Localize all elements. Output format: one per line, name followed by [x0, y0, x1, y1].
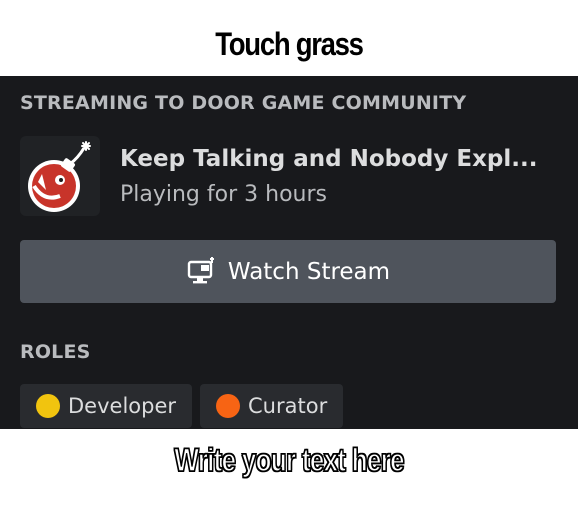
role-name: Developer: [68, 394, 177, 418]
role-color-dot: [36, 394, 60, 418]
profile-activity-panel: STREAMING TO DOOR GAME COMMUNITY Keep Ta…: [0, 76, 578, 429]
roles-heading: ROLES: [20, 341, 91, 363]
watch-stream-label: Watch Stream: [227, 258, 391, 285]
bottom-caption: Write your text here: [174, 441, 406, 479]
watch-stream-button[interactable]: Watch Stream: [20, 240, 556, 303]
game-title: Keep Talking and Nobody Expl...: [120, 146, 538, 172]
bomb-icon: [28, 141, 91, 212]
game-playtime: Playing for 3 hours: [120, 182, 327, 207]
screen-share-icon: [187, 256, 214, 283]
activity-heading: STREAMING TO DOOR GAME COMMUNITY: [20, 92, 467, 114]
role-chip-developer[interactable]: Developer: [20, 384, 193, 428]
role-name: Curator: [248, 394, 328, 418]
meme-image: Touch grass STREAMING TO DOOR GAME COMMU…: [0, 0, 578, 506]
roles-list: Developer Curator: [20, 384, 351, 428]
role-color-dot: [216, 394, 241, 418]
role-chip-curator[interactable]: Curator: [200, 384, 344, 428]
game-icon: [20, 136, 100, 216]
top-caption: Touch grass: [215, 26, 364, 62]
